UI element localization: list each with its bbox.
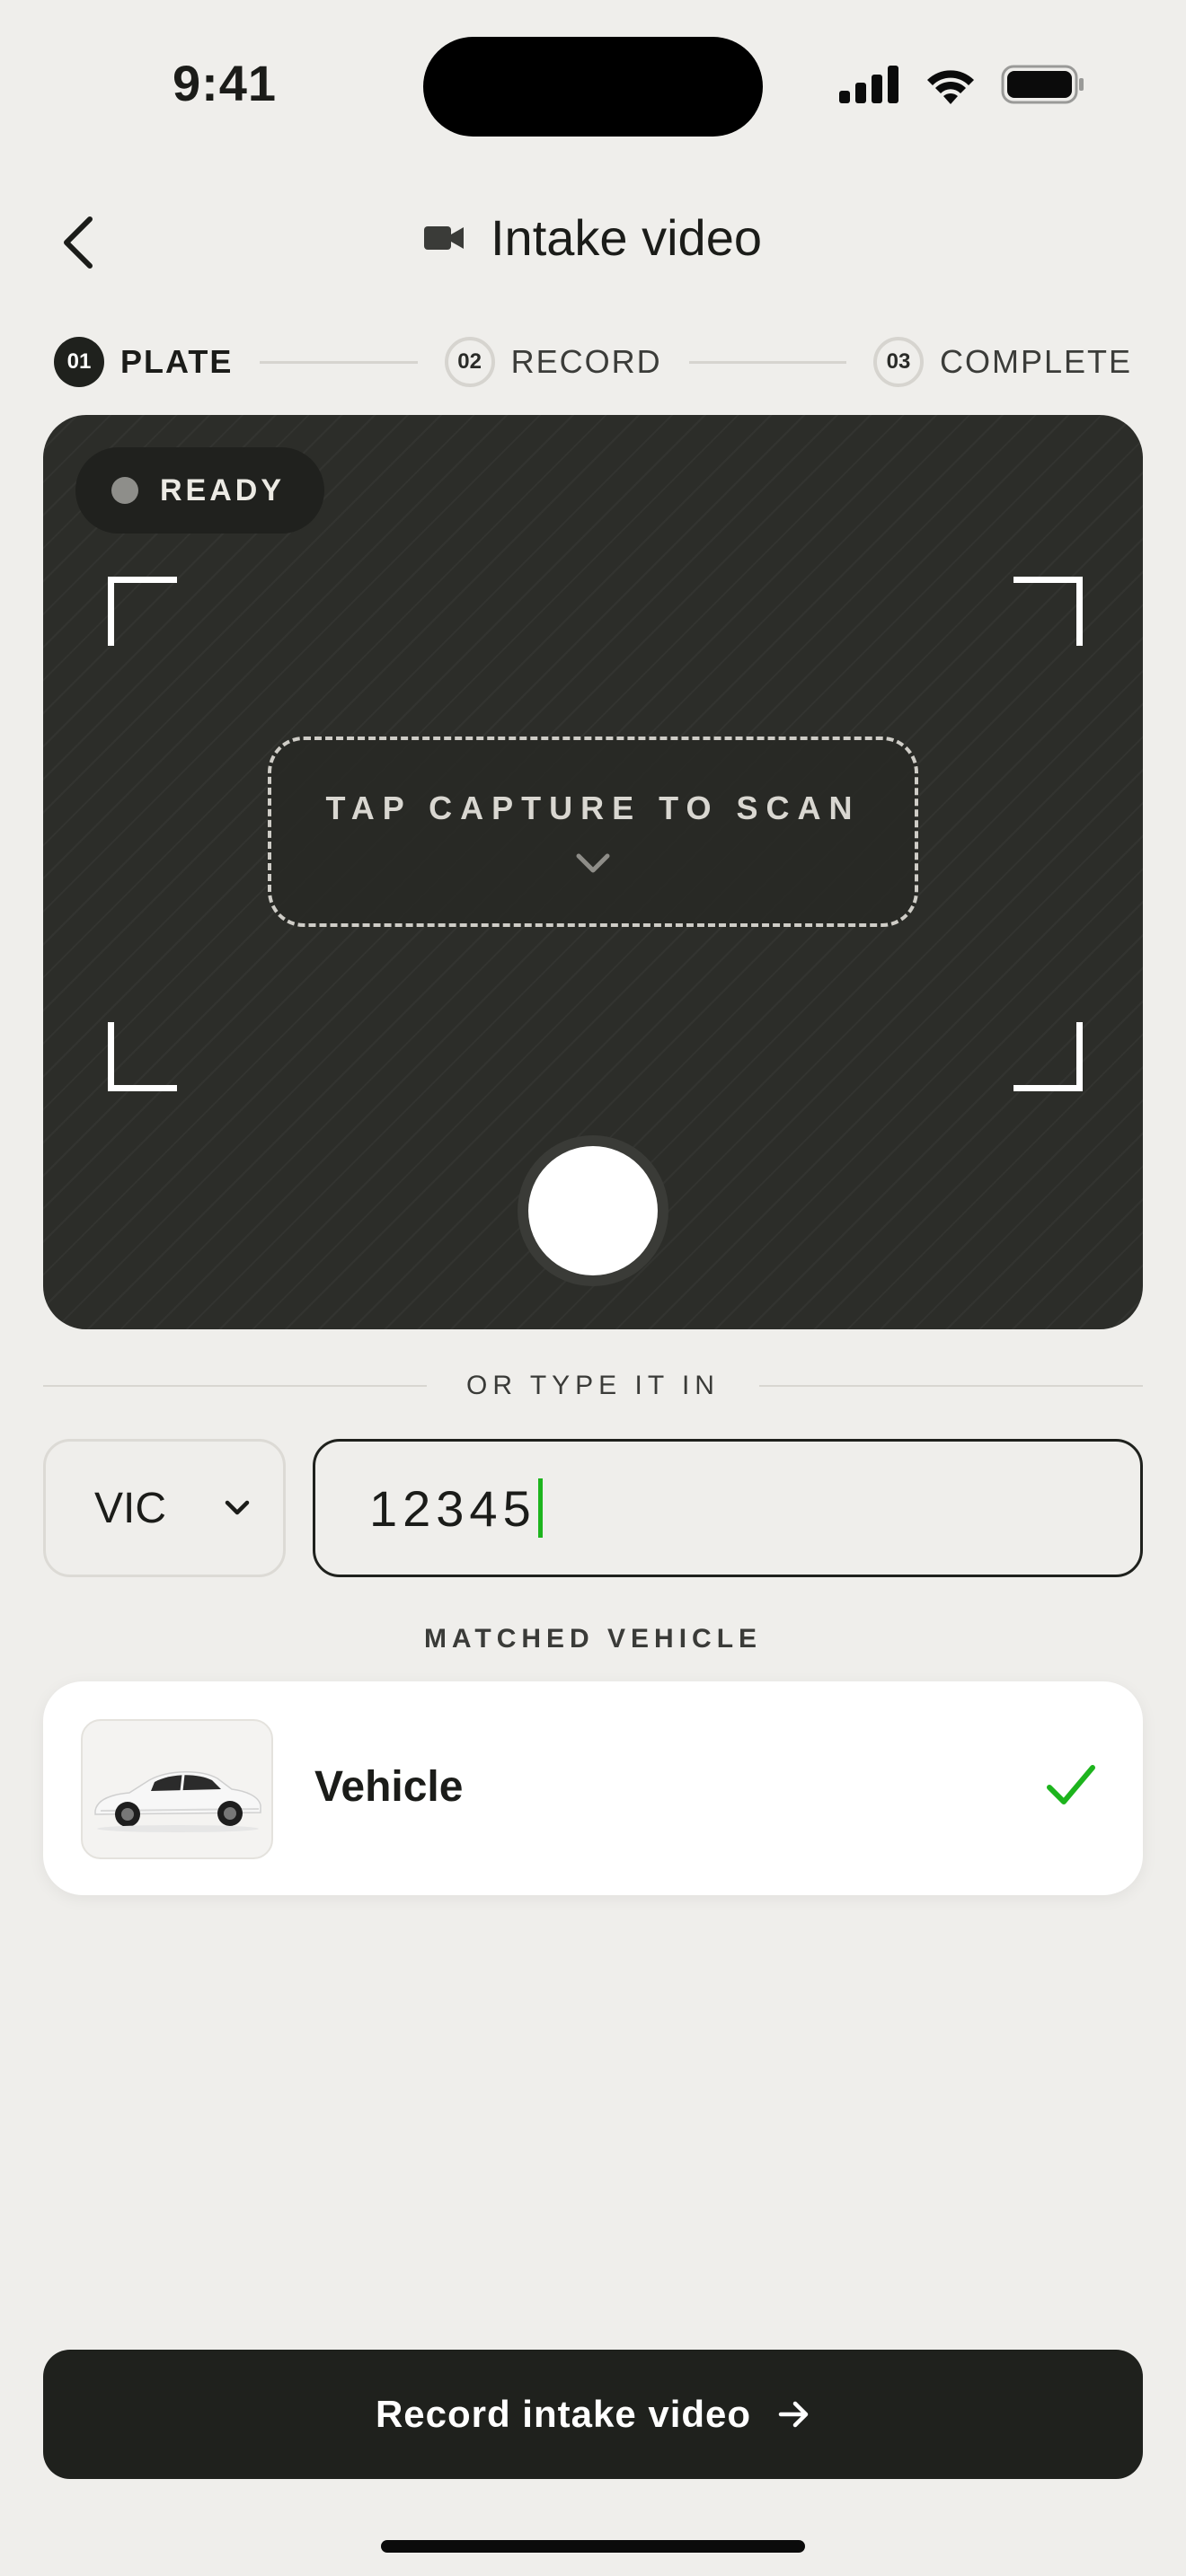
dynamic-island [423,37,763,137]
arrow-right-icon [778,2401,809,2428]
cta-label: Record intake video [375,2393,752,2435]
status-dot [111,477,138,504]
chevron-down-icon [576,853,610,873]
step-label: COMPLETE [939,343,1132,380]
state-select-value: VIC [94,1484,167,1532]
divider-label: OR TYPE IT IN [466,1371,720,1400]
step-label: PLATE [120,343,234,380]
step-number: 02 [444,337,495,387]
car-image [94,1771,261,1832]
camera-status-text: READY [160,472,286,507]
state-select[interactable]: VIC [43,1439,286,1577]
frame-corner-top-right [1013,577,1083,646]
chevron-down-icon [225,1500,250,1515]
step-plate: 01 PLATE [54,337,233,387]
camera-viewfinder[interactable]: READY TAP CAPTURE TO SCAN [43,415,1143,1329]
progress-stepper: 01 PLATE 02 RECORD 03 COMPLETE [54,334,1132,390]
text-cursor [537,1478,543,1538]
frame-corner-bottom-right [1013,1022,1083,1091]
check-icon [1047,1765,1095,1804]
step-label: RECORD [510,343,662,380]
step-number: 03 [872,337,924,387]
vehicle-name: Vehicle [314,1763,464,1811]
scan-prompt: TAP CAPTURE TO SCAN [325,790,861,826]
divider-line [43,1385,428,1387]
frame-corner-bottom-left [108,1022,177,1091]
page-header: Intake video [0,208,1186,267]
divider-line [758,1385,1143,1387]
page-title: Intake video [491,209,762,266]
camera-status-badge: READY [75,447,325,534]
wifi-icon [927,70,974,104]
match-status [1044,1759,1098,1817]
matched-vehicle-card[interactable]: Vehicle [43,1681,1143,1895]
or-divider: OR TYPE IT IN [43,1371,1143,1401]
scan-target-box: TAP CAPTURE TO SCAN [268,737,918,927]
plate-number-input[interactable]: 12345 [313,1439,1143,1577]
step-connector [688,360,846,364]
capture-button[interactable] [518,1135,668,1286]
status-icons [839,65,1085,104]
record-intake-video-button[interactable]: Record intake video [43,2350,1143,2479]
step-number: 01 [54,337,104,387]
video-camera-icon [424,225,464,250]
step-complete: 03 COMPLETE [872,337,1132,387]
step-connector [260,360,418,364]
battery-icon [1001,65,1084,104]
step-record: 02 RECORD [444,337,662,387]
capture-button-inner [528,1146,658,1275]
home-indicator [381,2540,805,2553]
frame-corner-top-left [108,577,177,646]
plate-number-value: 12345 [369,1479,536,1537]
signal-icon [839,66,898,103]
status-time: 9:41 [172,55,278,111]
matched-vehicle-label: MATCHED VEHICLE [423,1624,763,1654]
vehicle-thumbnail [81,1719,273,1859]
